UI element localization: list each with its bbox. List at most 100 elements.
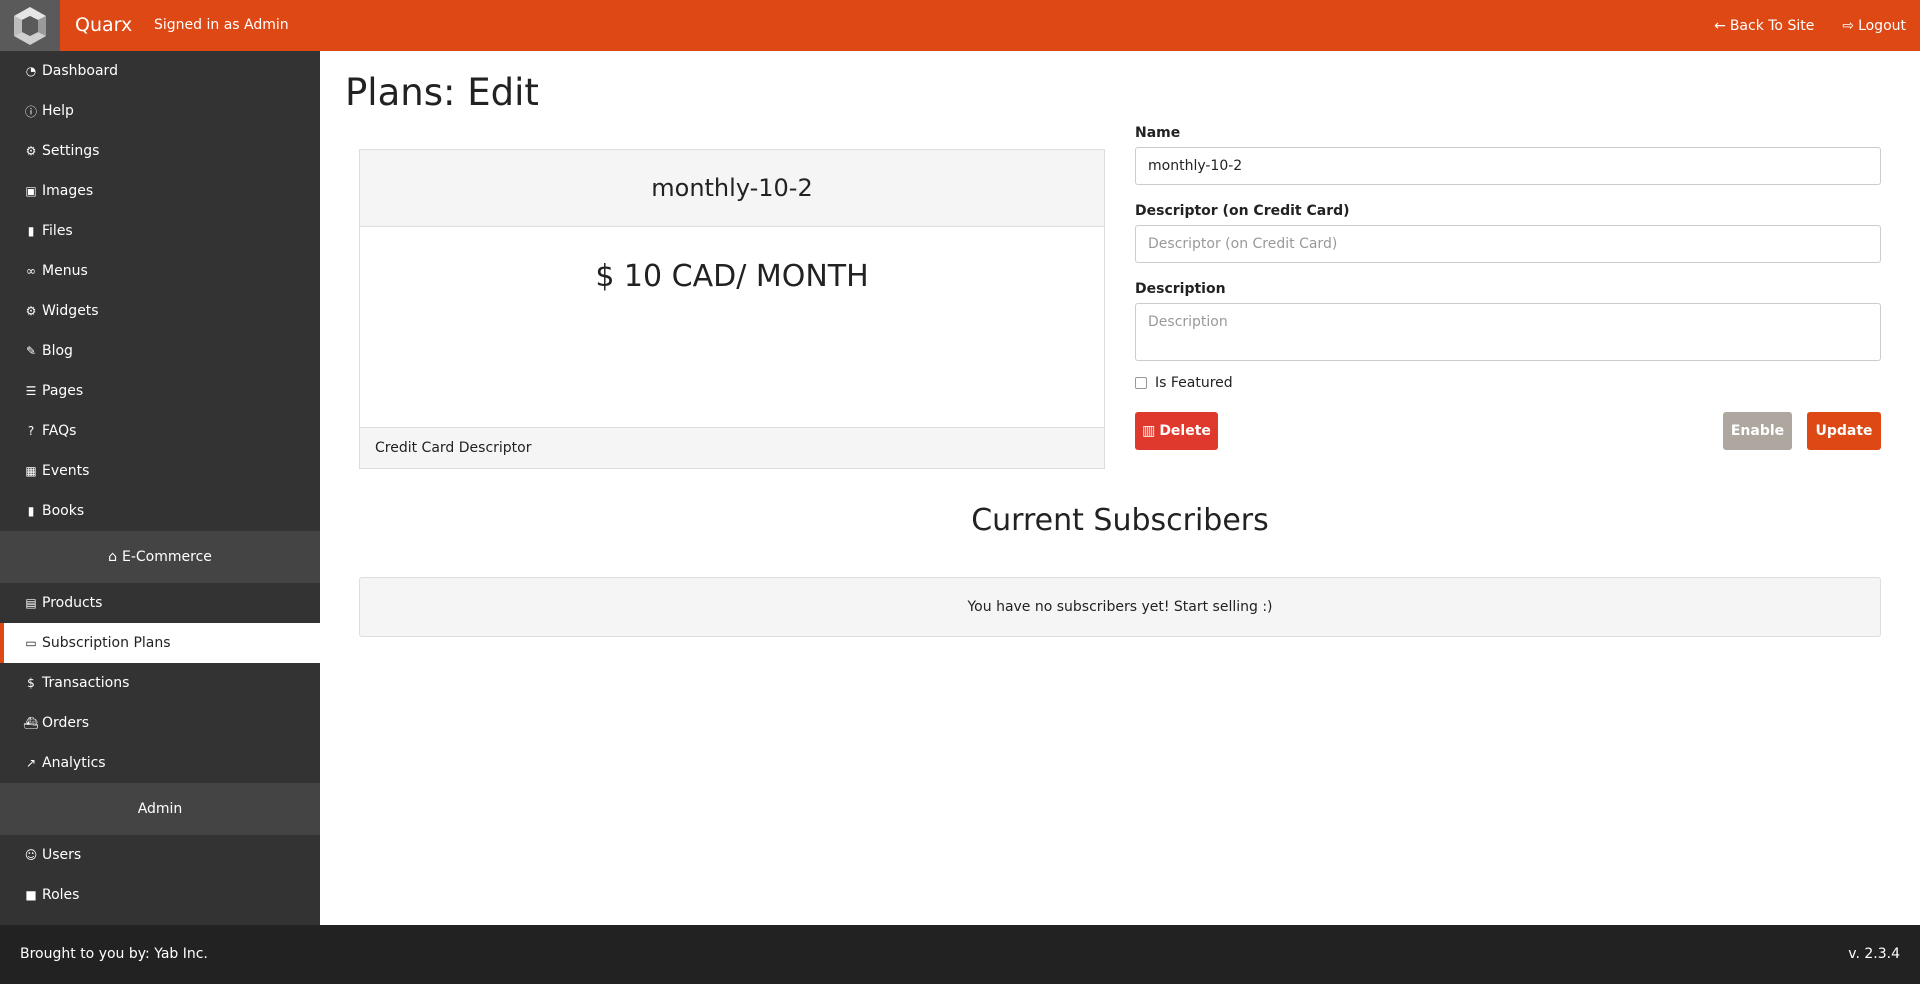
- trash-icon: ▥: [1142, 423, 1156, 439]
- sidebar-section-ecommerce[interactable]: ⌂ E-Commerce: [0, 531, 320, 583]
- is-featured-row: Is Featured: [1135, 375, 1881, 391]
- sidebar-item-label: Orders: [42, 715, 90, 731]
- sidebar-item-books[interactable]: ▮ Books: [0, 491, 320, 531]
- file-icon: ▮: [27, 504, 35, 518]
- sidebar-item-label: Settings: [42, 143, 100, 159]
- sidebar-item-label: Books: [42, 503, 85, 519]
- descriptor-label: Descriptor (on Credit Card): [1135, 203, 1350, 219]
- bank-icon: ⌂: [108, 549, 117, 565]
- sidebar-item-products[interactable]: ▤ Products: [0, 583, 320, 623]
- sidebar-item-label: FAQs: [42, 423, 77, 439]
- name-field[interactable]: monthly-10-2: [1135, 147, 1881, 185]
- lock-icon: ■: [25, 888, 37, 902]
- logout-label: Logout: [1858, 17, 1906, 34]
- signed-in-status: Signed in as Admin: [154, 17, 289, 33]
- gear-icon: ⚙: [25, 304, 37, 318]
- sign-out-icon: ⇨: [1842, 17, 1855, 34]
- delete-label: Delete: [1159, 423, 1211, 439]
- enable-button[interactable]: Enable: [1723, 412, 1792, 450]
- sidebar-item-label: Dashboard: [42, 63, 118, 79]
- update-button[interactable]: Update: [1807, 412, 1881, 450]
- link-icon: ∞: [26, 264, 36, 278]
- page-title: Plans: Edit: [345, 71, 539, 114]
- sidebar-item-label: Transactions: [42, 675, 130, 691]
- sidebar-item-help[interactable]: ⓘ Help: [0, 91, 320, 131]
- delete-button[interactable]: ▥ Delete: [1135, 412, 1218, 450]
- pencil-icon: ✎: [25, 344, 37, 358]
- update-label: Update: [1815, 423, 1873, 439]
- users-icon: ☺: [24, 848, 38, 862]
- sidebar-item-label: Widgets: [42, 303, 99, 319]
- main-content: Plans: Edit monthly-10-2 $ 10 CAD/ MONTH…: [320, 51, 1920, 925]
- plan-name-heading: monthly-10-2: [360, 150, 1104, 227]
- back-to-site-label: Back To Site: [1729, 17, 1815, 34]
- sidebar-item-label: Roles: [42, 887, 80, 903]
- sidebar-item-users[interactable]: ☺ Users: [0, 835, 320, 875]
- sidebar-section-label: E-Commerce: [122, 549, 212, 565]
- brand-name[interactable]: Quarx: [75, 0, 132, 51]
- plan-card-footer: Credit Card Descriptor: [360, 427, 1104, 468]
- sidebar-item-label: Files: [42, 223, 73, 239]
- plan-preview-card: monthly-10-2 $ 10 CAD/ MONTH Credit Card…: [359, 149, 1105, 469]
- is-featured-checkbox[interactable]: [1135, 377, 1147, 389]
- subscribers-empty-message: You have no subscribers yet! Start selli…: [359, 577, 1881, 637]
- cube-logo-icon: [14, 6, 46, 45]
- subscribers-heading: Current Subscribers: [971, 503, 1269, 538]
- sidebar-item-roles[interactable]: ■ Roles: [0, 875, 320, 915]
- sidebar-item-label: Products: [42, 595, 103, 611]
- credit-card-icon: ▭: [25, 636, 37, 650]
- sidebar-item-dashboard[interactable]: ◔ Dashboard: [0, 51, 320, 91]
- descriptor-field[interactable]: Descriptor (on Credit Card): [1135, 225, 1881, 263]
- sidebar-item-menus[interactable]: ∞ Menus: [0, 251, 320, 291]
- page-icon: ☰: [25, 384, 37, 398]
- ship-icon: ⛴: [23, 716, 39, 730]
- sidebar-item-orders[interactable]: ⛴ Orders: [0, 703, 320, 743]
- box-icon: ▤: [25, 596, 37, 610]
- sidebar-item-images[interactable]: ▣ Images: [0, 171, 320, 211]
- sidebar-section-admin[interactable]: Admin: [0, 783, 320, 835]
- sidebar-item-label: Images: [42, 183, 94, 199]
- sidebar-item-widgets[interactable]: ⚙ Widgets: [0, 291, 320, 331]
- sidebar-item-settings[interactable]: ⚙ Settings: [0, 131, 320, 171]
- name-label: Name: [1135, 125, 1181, 141]
- sidebar-item-pages[interactable]: ☰ Pages: [0, 371, 320, 411]
- is-featured-label: Is Featured: [1155, 375, 1233, 391]
- dashboard-icon: ◔: [25, 64, 37, 78]
- sidebar-item-label: Subscription Plans: [42, 635, 171, 651]
- footer-version: v. 2.3.4: [1848, 946, 1900, 962]
- footer: Brought to you by: Yab Inc. v. 2.3.4: [0, 925, 1920, 984]
- sidebar-item-transactions[interactable]: $ Transactions: [0, 663, 320, 703]
- dollar-icon: $: [27, 676, 35, 690]
- chart-icon: ↗: [25, 756, 37, 770]
- description-label: Description: [1135, 281, 1226, 297]
- sidebar-item-analytics[interactable]: ↗ Analytics: [0, 743, 320, 783]
- sidebar-item-label: Blog: [42, 343, 73, 359]
- plan-edit-form: Name monthly-10-2 Descriptor (on Credit …: [1135, 125, 1881, 450]
- file-icon: ▮: [27, 224, 35, 238]
- info-icon: ⓘ: [24, 104, 37, 119]
- sidebar-item-label: Analytics: [42, 755, 106, 771]
- sidebar-item-blog[interactable]: ✎ Blog: [0, 331, 320, 371]
- footer-credit: Brought to you by: Yab Inc.: [20, 946, 208, 962]
- plan-price: $ 10 CAD/ MONTH: [595, 259, 869, 294]
- sidebar-item-label: Events: [42, 463, 90, 479]
- question-icon: ?: [27, 424, 35, 438]
- enable-label: Enable: [1730, 423, 1785, 439]
- arrow-left-icon: ←: [1714, 17, 1726, 34]
- top-navbar: Quarx Signed in as Admin ← Back To Site …: [0, 0, 1920, 51]
- sidebar-item-events[interactable]: ▦ Events: [0, 451, 320, 491]
- image-icon: ▣: [25, 184, 37, 198]
- calendar-icon: ▦: [25, 464, 37, 478]
- sidebar-section-label: Admin: [137, 801, 183, 817]
- sidebar-item-subscription-plans[interactable]: ▭ Subscription Plans: [0, 623, 320, 663]
- logo[interactable]: [0, 0, 60, 51]
- sidebar-item-files[interactable]: ▮ Files: [0, 211, 320, 251]
- sidebar: ◔ Dashboard ⓘ Help ⚙ Settings ▣ Images ▮ File…: [0, 51, 320, 925]
- back-to-site-link[interactable]: ← Back To Site: [1714, 18, 1814, 34]
- logout-link[interactable]: ⇨ Logout: [1842, 18, 1906, 34]
- sidebar-item-label: Menus: [42, 263, 88, 279]
- sidebar-item-faqs[interactable]: ? FAQs: [0, 411, 320, 451]
- sidebar-item-label: Help: [42, 103, 74, 119]
- sidebar-item-label: Users: [42, 847, 82, 863]
- description-textarea[interactable]: Description: [1135, 303, 1881, 361]
